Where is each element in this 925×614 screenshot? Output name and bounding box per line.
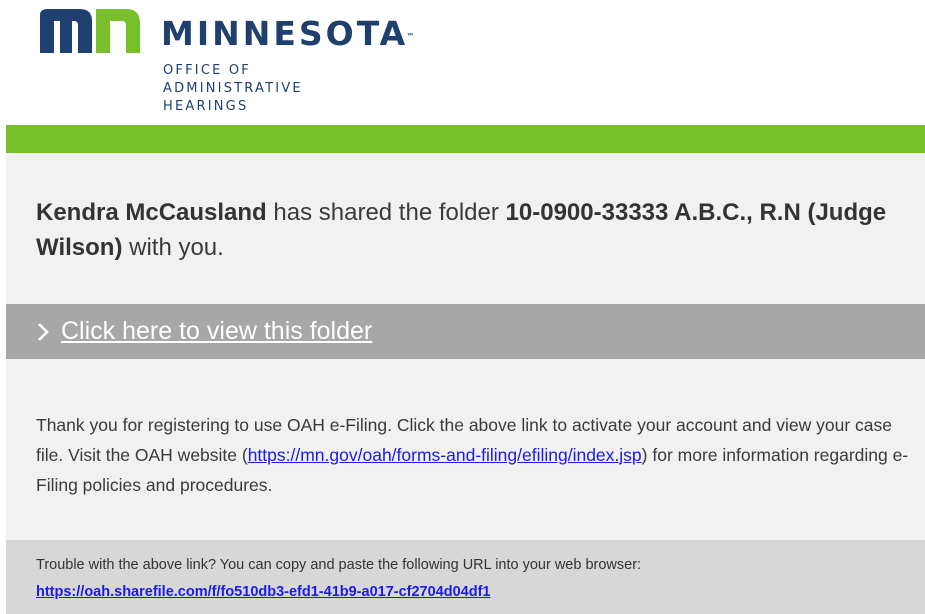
org-name: MINNESOTA: [161, 14, 409, 53]
office-name: OFFICE OF ADMINISTRATIVE HEARINGS: [163, 62, 303, 116]
org-wordmark: MINNESOTA™: [161, 14, 416, 54]
oah-website-link[interactable]: https://mn.gov/oah/forms-and-filing/efil…: [248, 445, 642, 465]
share-text-part: has shared the folder: [266, 199, 506, 226]
email-page: MINNESOTA™ OFFICE OF ADMINISTRATIVE HEAR…: [0, 0, 925, 614]
registration-message: Thank you for registering to use OAH e-F…: [36, 410, 916, 500]
mn-logo-icon: [40, 9, 140, 53]
header: MINNESOTA™ OFFICE OF ADMINISTRATIVE HEAR…: [0, 0, 925, 125]
accent-bar: [6, 125, 925, 153]
sharer-name: Kendra McCausland: [36, 199, 267, 226]
sharefile-url-link[interactable]: https://oah.sharefile.com/f/fo510db3-efd…: [36, 582, 490, 602]
trouble-panel: [6, 540, 925, 614]
view-folder-link[interactable]: Click here to view this folder: [61, 315, 372, 347]
office-line: ADMINISTRATIVE: [163, 81, 303, 96]
office-line: HEARINGS: [163, 99, 249, 114]
share-message: Kendra McCausland has shared the folder …: [36, 195, 916, 265]
chevron-right-icon: [38, 323, 49, 341]
trademark-symbol: ™: [406, 32, 415, 41]
office-line: OFFICE OF: [163, 63, 251, 78]
trouble-text: Trouble with the above link? You can cop…: [36, 557, 642, 573]
share-text-part: with you.: [122, 234, 224, 261]
